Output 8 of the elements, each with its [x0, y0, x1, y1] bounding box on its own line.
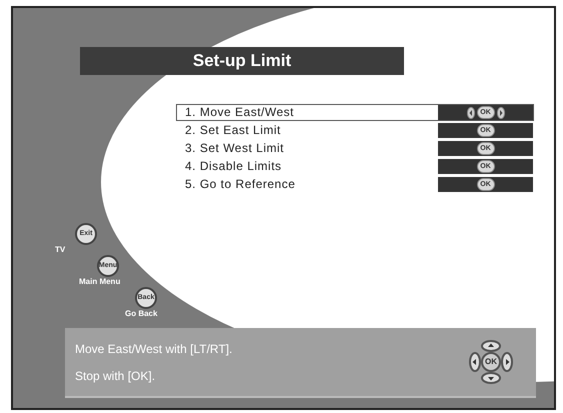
menu-title: Set-up Limit	[192, 50, 292, 72]
right-arrow-key-icon	[496, 106, 504, 118]
key-action-label: Go Back	[125, 309, 158, 319]
hint-text: Move East/West with [LT/RT].	[75, 340, 234, 358]
key-action-label: Main Menu	[79, 277, 122, 287]
hint-text: Stop with [OK].	[75, 368, 156, 384]
left-arrow-key-icon	[466, 106, 474, 118]
key-action-label: TV	[55, 245, 66, 255]
